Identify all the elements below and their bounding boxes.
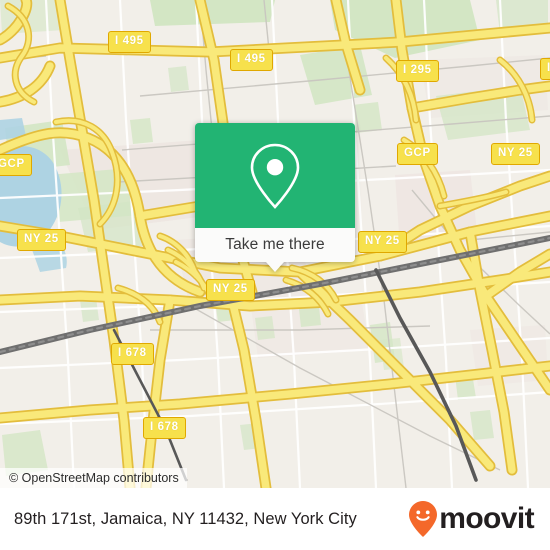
moovit-wordmark: moovit bbox=[439, 502, 534, 535]
highway-shield: NY 25 bbox=[358, 231, 407, 253]
highway-shield: I 6 bbox=[540, 58, 550, 80]
highway-shield: I 678 bbox=[143, 417, 186, 439]
moovit-map-screen: I 495 I 495 I 295 GCP NY 25 GCP NY 25 NY 25 NY 2… bbox=[0, 0, 550, 550]
highway-shield: I 495 bbox=[108, 31, 151, 53]
highway-shield: NY 25 bbox=[491, 143, 540, 165]
highway-shield: GCP bbox=[397, 143, 438, 165]
highway-shield: I 678 bbox=[111, 343, 154, 365]
take-me-there-label: Take me there bbox=[225, 236, 325, 253]
moovit-smiley-pin-icon bbox=[409, 501, 438, 537]
location-popup[interactable]: Take me there bbox=[195, 123, 355, 272]
address-label: 89th 171st, Jamaica, NY 11432, New York … bbox=[14, 509, 357, 528]
osm-attribution[interactable]: © OpenStreetMap contributors bbox=[0, 468, 187, 488]
footer-map-ghost-wrapper bbox=[0, 488, 550, 494]
highway-shield: I 495 bbox=[230, 49, 273, 71]
popup-tail bbox=[266, 262, 284, 272]
location-pin-icon bbox=[250, 143, 300, 209]
highway-shield: I 295 bbox=[396, 60, 439, 82]
highway-shield: NY 25 bbox=[17, 229, 66, 251]
footer-bar: 89th 171st, Jamaica, NY 11432, New York … bbox=[0, 488, 550, 550]
highway-shield: GCP bbox=[0, 154, 32, 176]
highway-shield: NY 25 bbox=[206, 279, 255, 301]
osm-attribution-label: © OpenStreetMap contributors bbox=[9, 471, 179, 485]
moovit-logo[interactable]: moovit bbox=[408, 500, 535, 538]
popup-footer[interactable]: Take me there bbox=[195, 228, 355, 262]
popup-header bbox=[195, 123, 355, 228]
